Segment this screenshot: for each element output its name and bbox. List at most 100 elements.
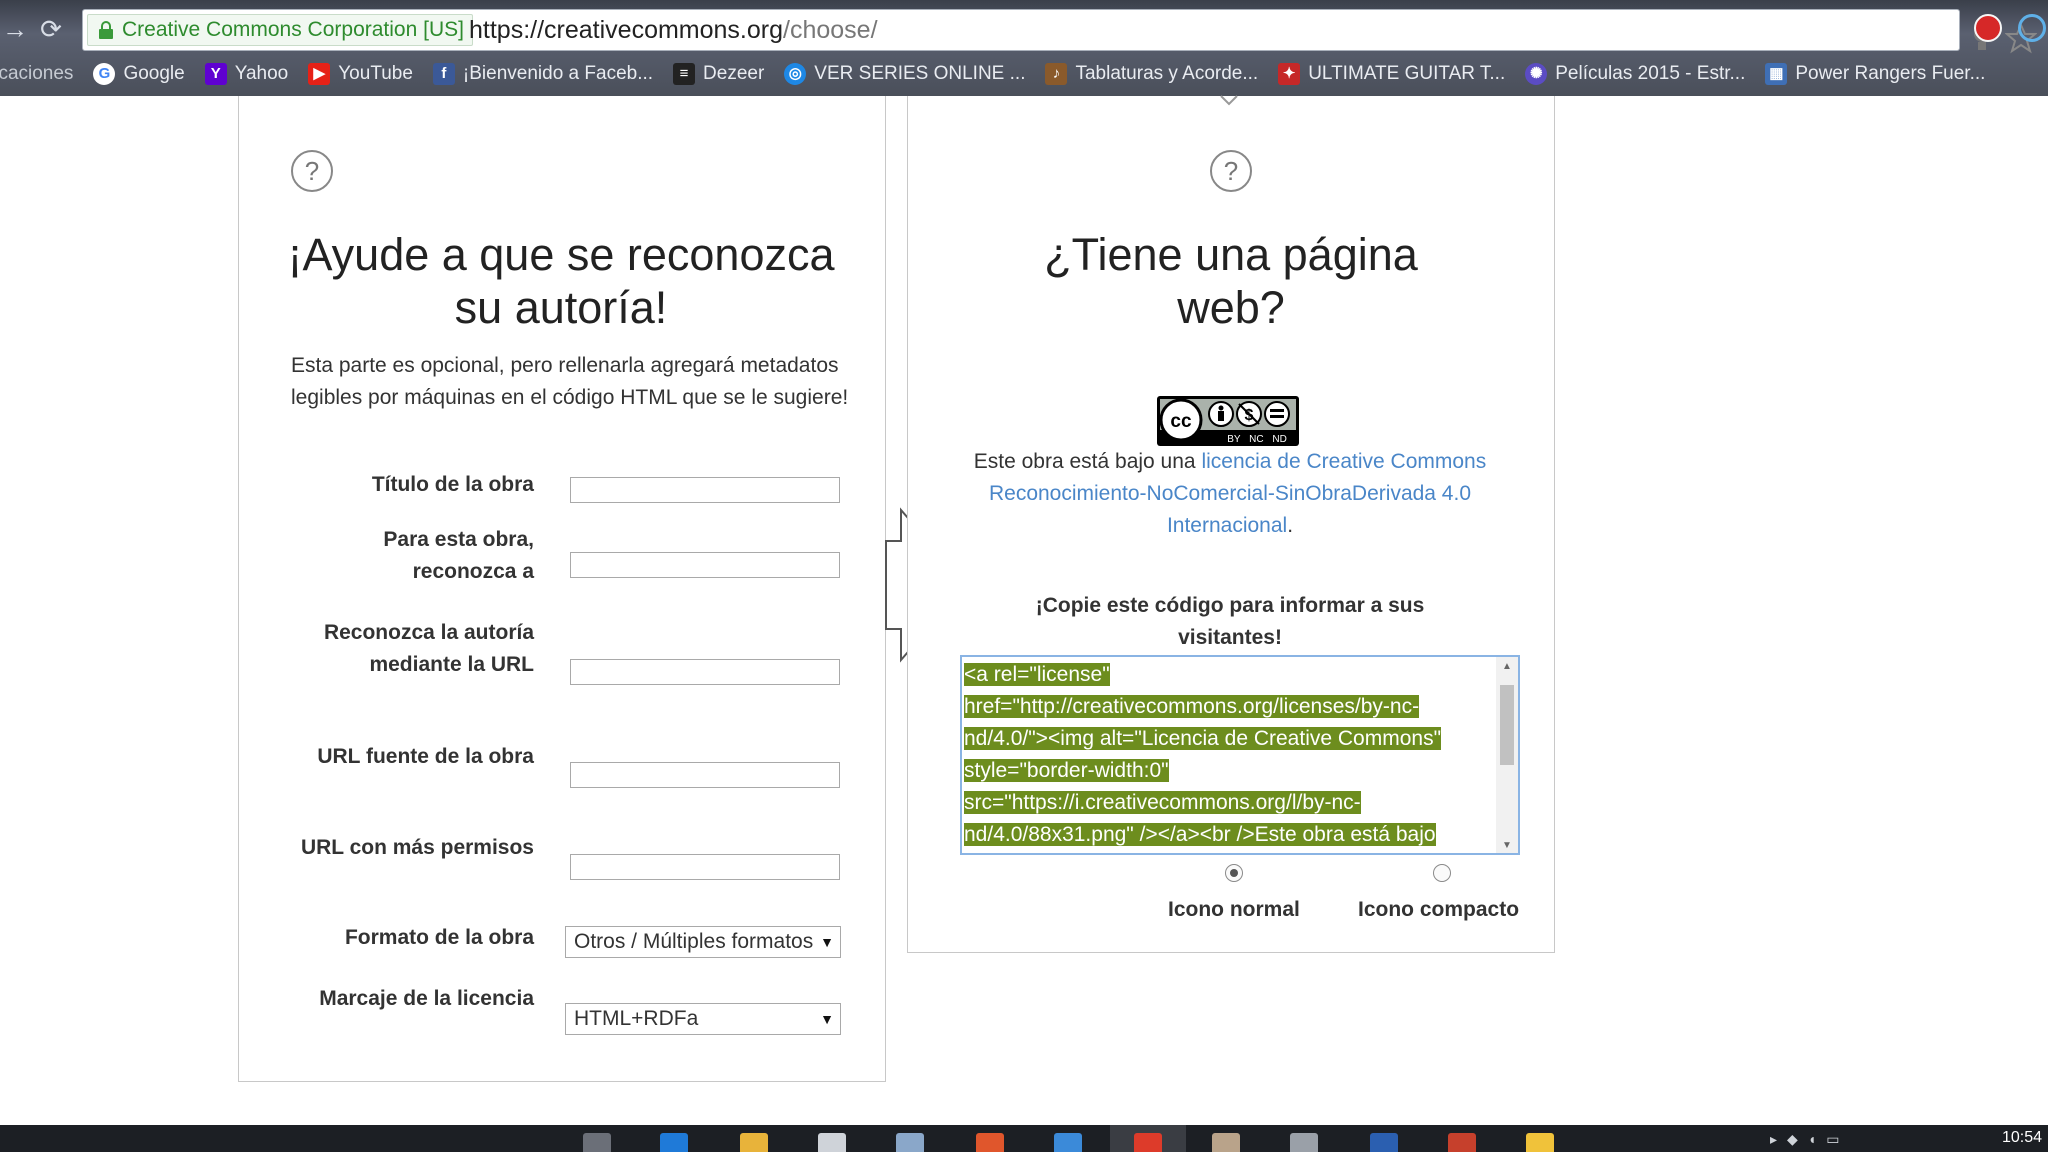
- edge-icon[interactable]: [660, 1133, 688, 1152]
- bookmarks-bar: licaciones G Google Y Yahoo ▶ YouTube f ¡Bie…: [0, 56, 2048, 92]
- bookmark-power-rangers[interactable]: ▦ Power Rangers Fuer...: [1765, 63, 1985, 85]
- more-permissions-input[interactable]: [570, 854, 840, 880]
- license-suffix: .: [1287, 514, 1294, 537]
- secure-connection-chip[interactable]: Creative Commons Corporation [US]: [87, 14, 473, 46]
- bookmark-label: VER SERIES ONLINE ...: [814, 63, 1026, 84]
- ultimate-guitar-icon: ✦: [1278, 63, 1301, 85]
- embed-code-textarea[interactable]: <a rel="license" href="http://creativeco…: [960, 655, 1520, 855]
- store-icon[interactable]: [818, 1133, 846, 1152]
- help-icon[interactable]: ?: [291, 150, 333, 192]
- bookmark-google[interactable]: G Google: [93, 63, 185, 85]
- bookmark-deezer[interactable]: ≡ Dezeer: [673, 63, 764, 85]
- bookmark-youtube[interactable]: ▶ YouTube: [308, 63, 413, 85]
- attribute-to-input[interactable]: [570, 552, 840, 578]
- bookmark-label: Power Rangers Fuer...: [1795, 63, 1986, 84]
- format-select[interactable]: Otros / Múltiples formatos ▼: [565, 926, 841, 958]
- attribution-description: Esta parte es opcional, pero rellenarla …: [291, 354, 849, 409]
- attribution-panel: ? ¡Ayude a que se reconozca su autoría! …: [238, 96, 886, 1082]
- dropdown-arrow-icon: ▼: [820, 1011, 834, 1027]
- extension-stop-icon[interactable]: [1974, 14, 2002, 42]
- bookmark-apps[interactable]: licaciones: [0, 63, 73, 85]
- extension-sync-icon[interactable]: [2018, 14, 2046, 42]
- bookmark-label: Dezeer: [703, 63, 765, 84]
- cc-by-nc-nd-badge[interactable]: cc $ BY NC ND: [1157, 396, 1299, 446]
- work-title-input[interactable]: [570, 477, 840, 503]
- app-icon[interactable]: [1290, 1133, 1318, 1152]
- markup-select[interactable]: HTML+RDFa ▼: [565, 1003, 841, 1035]
- icon-normal-radio[interactable]: [1225, 864, 1243, 882]
- badge-text: BY NC ND: [1227, 434, 1287, 445]
- scroll-up-icon[interactable]: ▲: [1502, 661, 1512, 672]
- bookmark-tablaturas[interactable]: ♪ Tablaturas y Acorde...: [1045, 63, 1258, 85]
- bookmark-label: Google: [123, 63, 185, 84]
- back-arrow-icon[interactable]: →: [0, 14, 30, 44]
- icon-normal-label[interactable]: Icono normal: [1168, 894, 1300, 926]
- os-taskbar: ▸◆◖▭ 10:54: [0, 1125, 2048, 1152]
- license-statement: Este obra está bajo una licencia de Crea…: [960, 446, 1500, 542]
- format-value: Otros / Múltiples formatos: [574, 930, 814, 953]
- url-path: /choose/: [783, 16, 878, 44]
- app-icon[interactable]: [896, 1133, 924, 1152]
- bookmark-label: YouTube: [338, 63, 413, 84]
- attribute-to-label: Para esta obra, reconozca a: [383, 528, 534, 583]
- dropdown-arrow-icon: ▼: [820, 934, 834, 950]
- format-label: Formato de la obra: [344, 926, 534, 949]
- bookmark-label: Tablaturas y Acorde...: [1075, 63, 1259, 84]
- work-title-label: Título de la obra: [371, 473, 534, 496]
- url-text[interactable]: https://creativecommons.org/choose/: [469, 10, 878, 50]
- file-explorer-icon[interactable]: [740, 1133, 768, 1152]
- bookmark-facebook[interactable]: f ¡Bienvenido a Faceb...: [432, 63, 653, 85]
- chrome-icon[interactable]: [1134, 1133, 1162, 1152]
- task-view-icon[interactable]: [583, 1133, 611, 1152]
- reload-icon[interactable]: ⟳: [36, 14, 66, 44]
- bookmark-label: Películas 2015 - Estr...: [1555, 63, 1746, 84]
- help-icon[interactable]: ?: [1210, 150, 1252, 192]
- markup-value: HTML+RDFa: [574, 1007, 699, 1030]
- attribution-url-label: Reconozca la autoría mediante la URL: [323, 621, 534, 676]
- bookmark-ultimate-guitar[interactable]: ✦ ULTIMATE GUITAR T...: [1278, 63, 1505, 85]
- bookmark-yahoo[interactable]: Y Yahoo: [204, 63, 289, 85]
- app-icon[interactable]: [1054, 1133, 1082, 1152]
- app-icon[interactable]: [1212, 1133, 1240, 1152]
- radio-selected-dot: [1230, 869, 1238, 877]
- copy-code-heading: ¡Copie este código para informar a sus v…: [1035, 594, 1425, 649]
- browser-chrome: → ⟳ Creative Commons Corporation [US] ht…: [0, 0, 2048, 96]
- more-permissions-label: URL con más permisos: [300, 836, 534, 859]
- powerpoint-icon[interactable]: [1448, 1133, 1476, 1152]
- app-icon[interactable]: [1526, 1133, 1554, 1152]
- firefox-icon[interactable]: [976, 1133, 1004, 1152]
- attribution-url-input[interactable]: [570, 659, 840, 685]
- website-title: ¿Tiene una página web?: [1044, 229, 1418, 333]
- scroll-down-icon[interactable]: ▼: [1502, 840, 1512, 851]
- google-icon: G: [93, 63, 116, 85]
- taskbar-clock[interactable]: 10:54: [2002, 1129, 2042, 1147]
- secure-label: Creative Commons Corporation [US]: [122, 18, 464, 41]
- code-scrollbar[interactable]: ▲ ▼: [1496, 657, 1518, 853]
- bookmark-label: licaciones: [0, 63, 74, 84]
- icon-compact-label[interactable]: Icono compacto: [1358, 894, 1519, 926]
- bookmark-peliculas[interactable]: ✺ Películas 2015 - Estr...: [1525, 63, 1745, 85]
- code-line: nd/4.0/"><img alt="Licencia de Creative …: [964, 727, 1442, 750]
- icon-compact-radio[interactable]: [1433, 864, 1451, 882]
- code-line: href="http://creativecommons.org/license…: [964, 695, 1420, 718]
- youtube-icon: ▶: [308, 63, 331, 85]
- caret-down-icon: [1220, 95, 1238, 106]
- bookmark-label: Yahoo: [234, 63, 289, 84]
- word-icon[interactable]: [1370, 1133, 1398, 1152]
- address-bar[interactable]: Creative Commons Corporation [US] https:…: [82, 9, 2037, 54]
- bookmark-series[interactable]: ◎ VER SERIES ONLINE ...: [784, 63, 1025, 85]
- url-host: https://creativecommons.org: [469, 16, 784, 44]
- code-line: src="https://i.creativecommons.org/l/by-…: [964, 791, 1361, 814]
- embed-code-text: <a rel="license" href="http://creativeco…: [964, 659, 1484, 851]
- scroll-thumb[interactable]: [1500, 685, 1514, 765]
- bookmark-label: ULTIMATE GUITAR T...: [1308, 63, 1506, 84]
- source-url-input[interactable]: [570, 762, 840, 788]
- source-url-label: URL fuente de la obra: [317, 745, 534, 768]
- movies-icon: ✺: [1525, 63, 1548, 85]
- attribution-title: ¡Ayude a que se reconozca su autoría!: [287, 229, 835, 333]
- code-line: <a rel="license": [964, 663, 1110, 686]
- markup-label: Marcaje de la licencia: [319, 987, 534, 1010]
- system-tray[interactable]: ▸◆◖▭: [1770, 1131, 1849, 1148]
- facebook-icon: f: [432, 63, 455, 85]
- lock-icon: [99, 21, 113, 39]
